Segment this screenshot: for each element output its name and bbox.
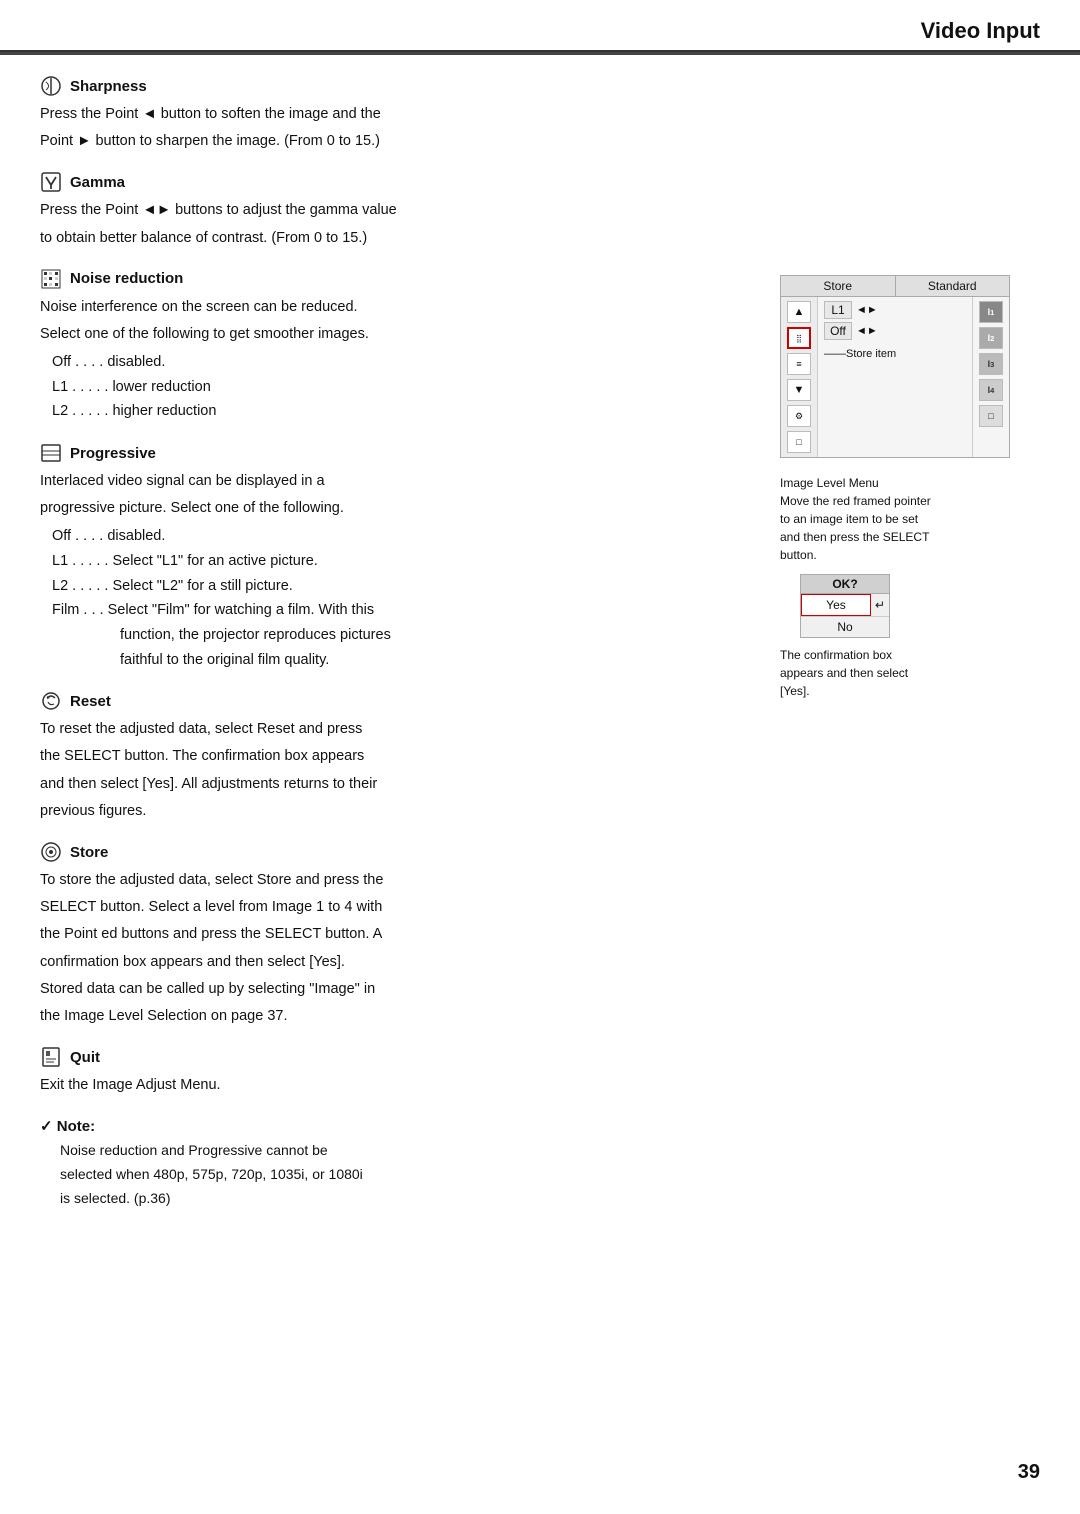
noise-body: Noise interference on the screen can be … (40, 296, 760, 424)
gamma-icon (40, 171, 62, 193)
store-item-label: ——Store item (824, 348, 966, 360)
noise-heading: Noise reduction (40, 268, 760, 290)
progressive-icon (40, 442, 62, 464)
noise-item-l2: L2 . . . . . higher reduction (40, 399, 760, 424)
diagram-arrow-off: ◄► (856, 325, 878, 337)
section-progressive: Progressive Interlaced video signal can … (40, 442, 760, 672)
note-body: Noise reduction and Progressive cannot b… (40, 1139, 760, 1210)
confirmation-box: OK? Yes ↵ No (800, 574, 890, 638)
section-sharpness: Sharpness Press the Point ◄ button to so… (40, 75, 760, 153)
icon-noise: ⣿ (787, 327, 811, 349)
diagram-row-l1: L1 ◄► (824, 301, 966, 319)
quit-heading: Quit (40, 1046, 760, 1068)
page-title: Video Input (921, 18, 1040, 44)
conf-yes-label: Yes (801, 594, 871, 616)
diagram-right-icons: I1 I2 I3 I4 □ (972, 297, 1009, 457)
note-section: ✓ Note: Noise reduction and Progressive … (40, 1117, 760, 1210)
progressive-body: Interlaced video signal can be displayed… (40, 470, 760, 672)
prog-item-off: Off . . . . disabled. (40, 524, 760, 549)
sharpness-label: Sharpness (70, 78, 147, 95)
diagram-label-off: Off (824, 322, 852, 340)
section-reset: Reset To reset the adjusted data, select… (40, 690, 760, 823)
section-store: Store To store the adjusted data, select… (40, 841, 760, 1028)
store-heading: Store (40, 841, 760, 863)
conf-enter-arrow: ↵ (871, 596, 889, 614)
icon-quit-small: □ (787, 431, 811, 453)
sharpness-heading: Sharpness (40, 75, 760, 97)
section-gamma: Gamma Press the Point ◄► buttons to adju… (40, 171, 760, 249)
diagram-caption: Image Level Menu Move the red framed poi… (780, 474, 1040, 564)
quit-body: Exit the Image Adjust Menu. (40, 1074, 760, 1097)
store-icon (40, 841, 62, 863)
prog-item-l1: L1 . . . . . Select "L1" for an active p… (40, 549, 760, 574)
prog-film-indent2: faithful to the original film quality. (40, 648, 760, 673)
reset-label: Reset (70, 693, 111, 710)
sharpness-body: Press the Point ◄ button to soften the i… (40, 103, 760, 153)
diagram-label-l1: L1 (824, 301, 852, 319)
noise-item-off: Off . . . . disabled. (40, 350, 760, 375)
store-body: To store the adjusted data, select Store… (40, 869, 760, 1028)
reset-body: To reset the adjusted data, select Reset… (40, 718, 760, 823)
prog-film-indent1: function, the projector reproduces pictu… (40, 623, 760, 648)
img-icon-4: I4 (979, 379, 1003, 401)
noise-item-l1: L1 . . . . . lower reduction (40, 375, 760, 400)
diagram-left-icons: ▲ ⣿ ≡ ▼ ⚙ □ (781, 297, 818, 457)
icon-progressive: ≡ (787, 353, 811, 375)
diagram-center: L1 ◄► Off ◄► ——Store item (818, 297, 972, 457)
gamma-label: Gamma (70, 174, 125, 191)
progressive-label: Progressive (70, 445, 156, 462)
diagram-body: ▲ ⣿ ≡ ▼ ⚙ □ L1 ◄► Off ◄► (781, 297, 1009, 457)
reset-icon (40, 690, 62, 712)
diagram-header-standard: Standard (896, 276, 1010, 296)
icon-up: ▲ (787, 301, 811, 323)
right-column: Store Standard ▲ ⣿ ≡ ▼ ⚙ □ L1 ◄► (780, 75, 1040, 1231)
noise-label: Noise reduction (70, 270, 183, 287)
img-icon-3: I3 (979, 353, 1003, 375)
ui-diagram: Store Standard ▲ ⣿ ≡ ▼ ⚙ □ L1 ◄► (780, 275, 1010, 458)
store-label: Store (70, 844, 108, 861)
conf-caption: The confirmation box appears and then se… (780, 646, 1040, 700)
reset-heading: Reset (40, 690, 760, 712)
diagram-header-store: Store (781, 276, 896, 296)
icon-down: ▼ (787, 379, 811, 401)
conf-ok-label: OK? (801, 575, 889, 594)
main-content: Sharpness Press the Point ◄ button to so… (0, 55, 1080, 1251)
prog-item-film: Film . . . Select "Film" for watching a … (40, 598, 760, 623)
icon-settings: ⚙ (787, 405, 811, 427)
noise-icon (40, 268, 62, 290)
progressive-heading: Progressive (40, 442, 760, 464)
img-icon-quit: □ (979, 405, 1003, 427)
gamma-heading: Gamma (40, 171, 760, 193)
prog-item-l2: L2 . . . . . Select "L2" for a still pic… (40, 574, 760, 599)
diagram-arrow-l1: ◄► (856, 304, 878, 316)
diagram-row-off: Off ◄► (824, 322, 966, 340)
img-icon-2: I2 (979, 327, 1003, 349)
img-icon-1: I1 (979, 301, 1003, 323)
page-header: Video Input (0, 0, 1080, 52)
left-column: Sharpness Press the Point ◄ button to so… (40, 75, 760, 1231)
conf-no-row: No (801, 617, 889, 637)
gamma-body: Press the Point ◄► buttons to adjust the… (40, 199, 760, 249)
quit-icon (40, 1046, 62, 1068)
note-heading: ✓ Note: (40, 1117, 760, 1135)
diagram-header: Store Standard (781, 276, 1009, 297)
section-noise: Noise reduction Noise interference on th… (40, 268, 760, 424)
sharpness-icon (40, 75, 62, 97)
section-quit: Quit Exit the Image Adjust Menu. (40, 1046, 760, 1097)
conf-no-label: No (801, 617, 889, 637)
page-number: 39 (1018, 1461, 1040, 1484)
conf-yes-row: Yes ↵ (801, 594, 889, 617)
quit-label: Quit (70, 1049, 100, 1066)
